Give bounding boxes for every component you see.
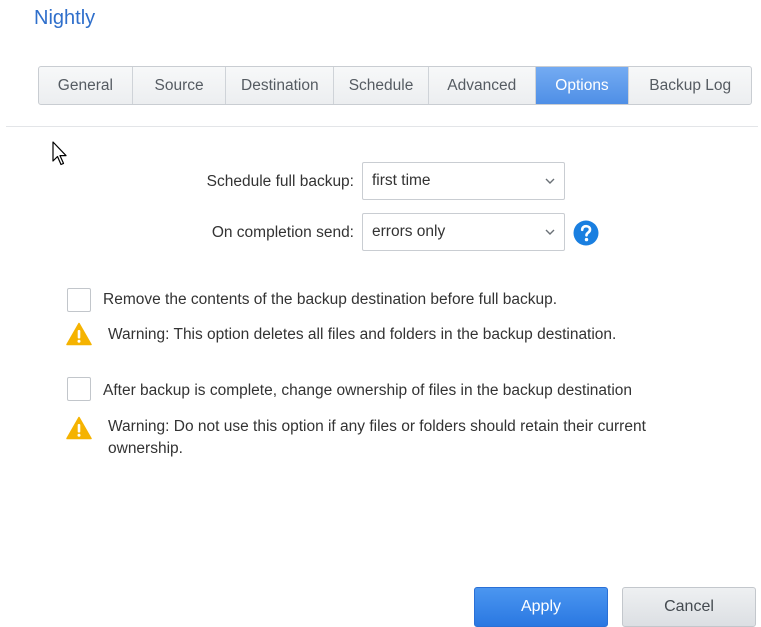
schedule-full-backup-value: first time	[372, 172, 431, 189]
apply-button[interactable]: Apply	[474, 587, 608, 627]
on-completion-send-select[interactable]: errors only	[362, 213, 565, 251]
schedule-full-backup-label: Schedule full backup:	[206, 173, 354, 190]
cancel-button[interactable]: Cancel	[622, 587, 756, 627]
header-divider	[6, 126, 758, 127]
tab-source[interactable]: Source	[133, 67, 227, 104]
tab-options[interactable]: Options	[535, 67, 630, 104]
change-ownership-label: After backup is complete, change ownersh…	[103, 382, 633, 399]
remove-contents-label: Remove the contents of the backup destin…	[103, 291, 558, 308]
tab-general[interactable]: General	[39, 67, 133, 104]
change-ownership-checkbox[interactable]	[67, 377, 91, 401]
chevron-down-icon[interactable]	[536, 163, 564, 199]
change-ownership-warning: Warning: Do not use this option if any f…	[108, 418, 646, 457]
mouse-cursor-icon	[52, 141, 67, 166]
warning-icon	[66, 416, 92, 440]
tab-destination[interactable]: Destination	[226, 67, 335, 104]
chevron-down-icon[interactable]	[536, 214, 564, 250]
help-icon[interactable]	[573, 220, 599, 246]
remove-contents-checkbox[interactable]	[67, 288, 91, 312]
remove-contents-warning: Warning: This option deletes all files a…	[108, 326, 617, 343]
tab-schedule[interactable]: Schedule	[334, 67, 429, 104]
schedule-full-backup-select[interactable]: first time	[362, 162, 565, 200]
tab-bar: General Source Destination Schedule Adva…	[38, 66, 752, 105]
page-title: Nightly	[34, 7, 96, 29]
warning-icon	[66, 322, 92, 346]
on-completion-send-label: On completion send:	[211, 224, 354, 241]
tab-advanced[interactable]: Advanced	[429, 67, 536, 104]
tab-backup-log[interactable]: Backup Log	[629, 67, 751, 104]
on-completion-send-value: errors only	[372, 223, 446, 240]
